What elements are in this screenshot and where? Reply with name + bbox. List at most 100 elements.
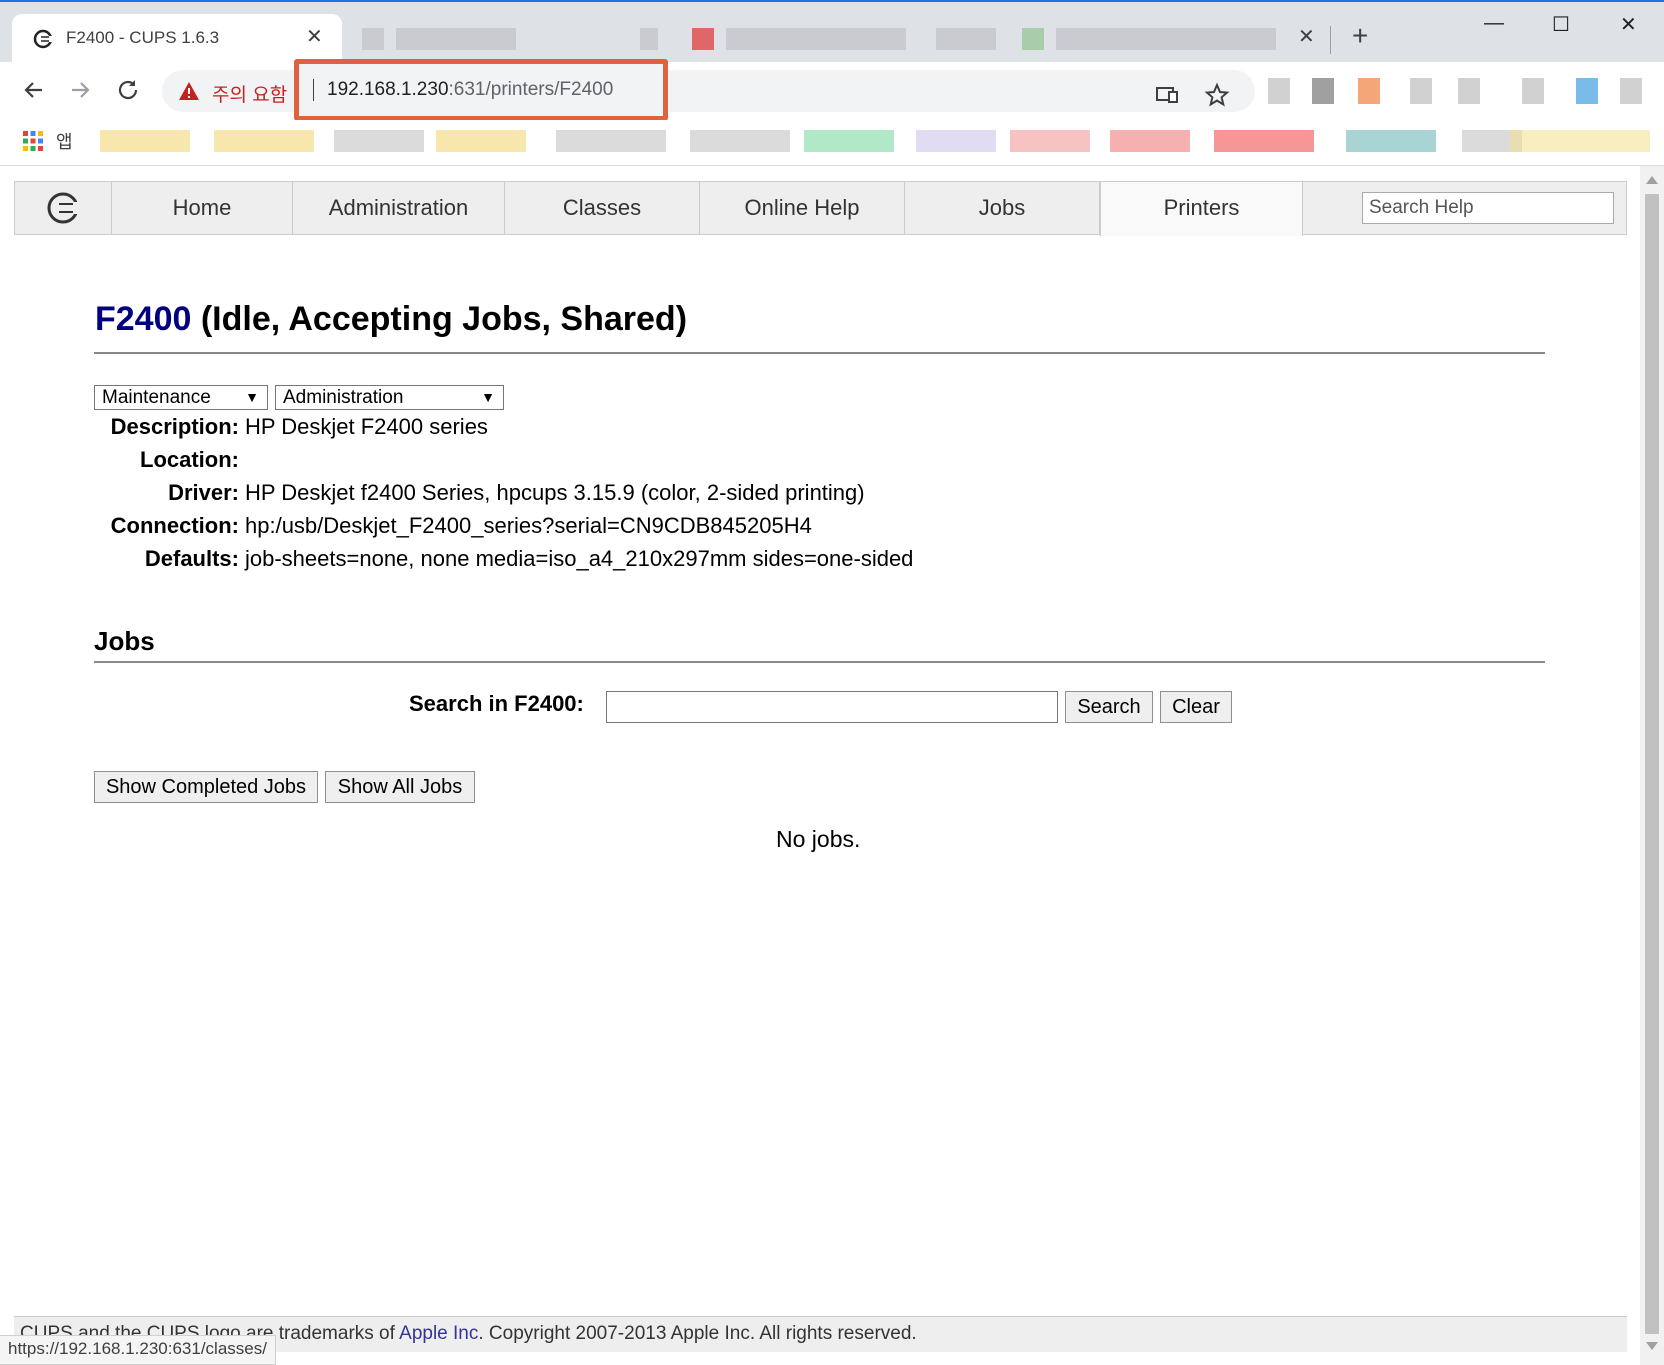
title-divider [94, 352, 1545, 354]
search-button[interactable]: Search [1065, 691, 1153, 723]
minimize-icon[interactable]: — [1484, 12, 1504, 35]
cups-logo[interactable] [15, 182, 112, 234]
new-tab-icon[interactable]: + [1352, 22, 1368, 50]
job-search-label: Search in F2400: [409, 691, 584, 716]
jobs-divider [94, 661, 1545, 663]
nav-printers[interactable]: Printers [1100, 182, 1303, 236]
extension-icon[interactable] [1358, 78, 1380, 104]
reload-icon[interactable] [114, 76, 142, 104]
cups-logo-icon [47, 192, 81, 224]
blurred-tab-content [1056, 28, 1276, 50]
security-warning[interactable]: 주의 요함 [212, 80, 287, 107]
extension-icon[interactable] [1458, 78, 1480, 104]
driver-value: HP Deskjet f2400 Series, hpcups 3.15.9 (… [245, 480, 865, 505]
bookmark-item[interactable] [1346, 130, 1436, 152]
page-scrollbar[interactable] [1640, 166, 1664, 1365]
forward-icon[interactable] [66, 76, 94, 104]
scrollbar-thumb[interactable] [1645, 194, 1659, 1334]
blurred-tab-content [726, 28, 906, 50]
bookmark-item[interactable] [1110, 130, 1190, 152]
apps-label[interactable]: 앱 [56, 128, 73, 154]
url-path: :631/printers/F2400 [448, 79, 614, 100]
dropdown-arrow-icon: ▼ [481, 389, 495, 405]
nav-online-help[interactable]: Online Help [700, 182, 905, 234]
url-text[interactable]: 192.168.1.230:631/printers/F2400 [327, 79, 613, 101]
menu-icon[interactable] [1620, 78, 1642, 104]
cups-favicon-icon [33, 29, 53, 49]
maintenance-select[interactable]: Maintenance ▼ [94, 385, 268, 410]
apple-link[interactable]: Apple Inc [399, 1323, 478, 1344]
back-icon[interactable] [20, 76, 48, 104]
apps-grid-icon[interactable] [22, 130, 44, 152]
bookmark-item[interactable] [100, 130, 190, 152]
jobs-heading: Jobs [94, 626, 155, 656]
extension-icon[interactable] [1312, 78, 1334, 104]
description-value: HP Deskjet F2400 series [245, 414, 488, 439]
extension-icon[interactable] [1268, 78, 1290, 104]
blurred-tab-favicon [692, 28, 714, 50]
show-completed-jobs-button[interactable]: Show Completed Jobs [94, 771, 318, 803]
browser-tab-strip: F2400 - CUPS 1.6.3 ✕ ✕ + — ☐ ✕ [0, 0, 1664, 64]
footer-copyright: . Copyright 2007-2013 Apple Inc. All rig… [478, 1323, 917, 1344]
nav-administration[interactable]: Administration [293, 182, 505, 234]
no-jobs-message: No jobs. [776, 826, 861, 852]
extension-icon[interactable] [1576, 78, 1598, 104]
bookmark-item[interactable] [1214, 130, 1314, 152]
connection-value: hp:/usb/Deskjet_F2400_series?serial=CN9C… [245, 513, 812, 538]
printer-name-link[interactable]: F2400 [95, 300, 191, 338]
url-host: 192.168.1.230 [327, 79, 449, 100]
defaults-label: Defaults: [144, 546, 239, 571]
cups-navbar: Home Administration Classes Online Help … [14, 181, 1627, 236]
dropdown-arrow-icon: ▼ [245, 389, 259, 405]
tab-close-icon[interactable]: ✕ [1298, 24, 1315, 49]
cast-icon[interactable] [1154, 82, 1180, 108]
driver-label: Driver: [168, 480, 239, 505]
bookmarks-bar: 앱 [0, 120, 1664, 166]
blurred-tab-favicon [1022, 28, 1044, 50]
tab-title: F2400 - CUPS 1.6.3 [66, 28, 220, 47]
bookmark-item[interactable] [334, 130, 424, 152]
nav-home[interactable]: Home [112, 182, 293, 234]
bookmark-item[interactable] [1510, 130, 1650, 152]
defaults-value: job-sheets=none, none media=iso_a4_210x2… [245, 546, 914, 571]
blurred-tab-content [640, 28, 658, 50]
search-help-input[interactable] [1362, 192, 1614, 224]
bookmark-item[interactable] [804, 130, 894, 152]
extension-icon[interactable] [1410, 78, 1432, 104]
scroll-down-icon[interactable] [1646, 1342, 1658, 1350]
scroll-up-icon[interactable] [1646, 176, 1658, 184]
printer-state: (Idle, Accepting Jobs, Shared) [200, 300, 688, 338]
bookmark-item[interactable] [436, 130, 526, 152]
administration-select-value: Administration [283, 387, 404, 408]
clear-button[interactable]: Clear [1160, 691, 1232, 723]
blurred-tab-content [396, 28, 516, 50]
job-search-input[interactable] [606, 691, 1058, 723]
browser-tab-active[interactable]: F2400 - CUPS 1.6.3 ✕ [12, 14, 342, 64]
status-bar-url: https://192.168.1.230:631/classes/ [0, 1335, 276, 1365]
nav-jobs[interactable]: Jobs [905, 182, 1100, 234]
tab-separator [1330, 26, 1331, 54]
bookmark-item[interactable] [214, 130, 314, 152]
blurred-tab-content [936, 28, 996, 50]
description-label: Description: [110, 414, 239, 439]
connection-label: Connection: [110, 513, 239, 538]
location-label: Location: [140, 447, 239, 472]
blurred-tab-content [362, 28, 384, 50]
window-close-icon[interactable]: ✕ [1620, 12, 1637, 37]
warning-icon [179, 82, 199, 100]
bookmark-item[interactable] [556, 130, 666, 152]
bookmark-item[interactable] [1010, 130, 1090, 152]
bookmark-star-icon[interactable] [1204, 82, 1230, 108]
url-highlight-frame[interactable]: 192.168.1.230:631/printers/F2400 [294, 59, 668, 121]
administration-select[interactable]: Administration ▼ [275, 385, 504, 410]
text-cursor [313, 79, 314, 101]
maintenance-select-value: Maintenance [102, 387, 211, 408]
page-title: F2400 (Idle, Accepting Jobs, Shared) [95, 300, 687, 339]
nav-classes[interactable]: Classes [505, 182, 700, 234]
maximize-icon[interactable]: ☐ [1552, 12, 1570, 37]
extension-icon[interactable] [1522, 78, 1544, 104]
bookmark-item[interactable] [916, 130, 996, 152]
bookmark-item[interactable] [690, 130, 790, 152]
show-all-jobs-button[interactable]: Show All Jobs [325, 771, 475, 803]
tab-close-icon[interactable]: ✕ [306, 24, 323, 49]
